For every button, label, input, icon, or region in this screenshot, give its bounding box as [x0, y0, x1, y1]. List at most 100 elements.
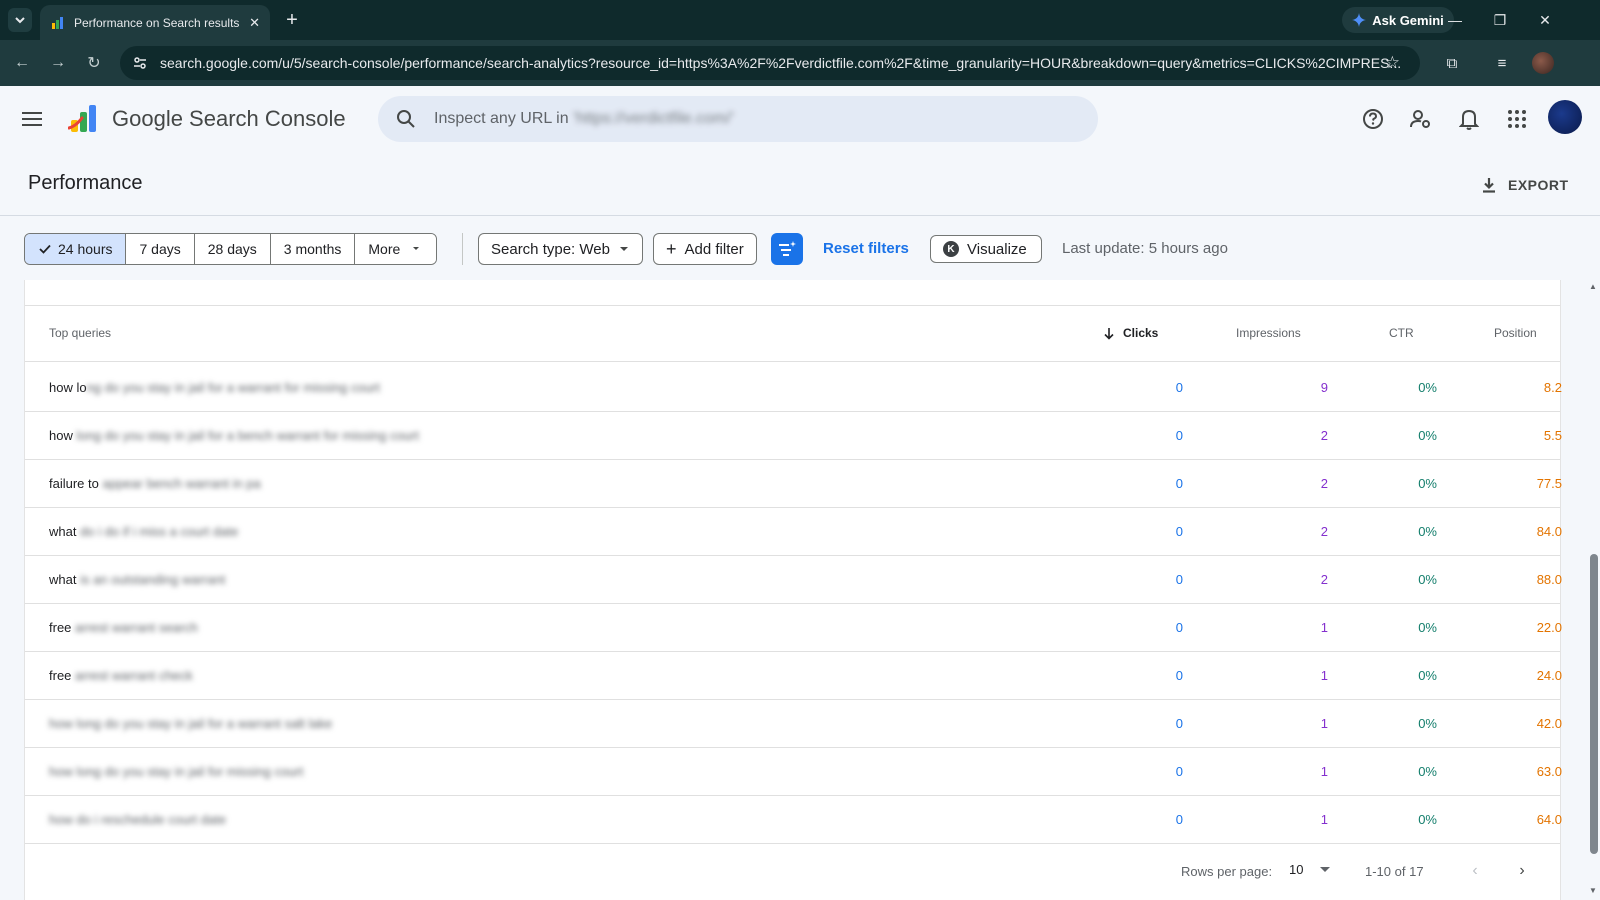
scrollbar-thumb[interactable] — [1590, 554, 1598, 854]
apps-button[interactable] — [1504, 106, 1530, 132]
table-row[interactable]: failure to appear bench warrant in pa 0 2 0… — [25, 459, 1562, 508]
dropdown-arrow-icon — [619, 247, 628, 251]
browser-profile-avatar[interactable] — [1532, 52, 1554, 74]
ctr-cell: 0% — [1418, 428, 1437, 443]
table-header: Top queries Clicks Impressions CTR Posit… — [25, 306, 1560, 362]
arrow-left-icon: ← — [14, 54, 30, 71]
plus-icon: + — [666, 238, 677, 259]
date-range-28-days[interactable]: 28 days — [194, 234, 271, 264]
tab-title: Performance on Search results — [74, 15, 240, 30]
query-cell[interactable]: what is an outstanding warrant — [49, 572, 225, 587]
next-page-button[interactable]: › — [1510, 859, 1534, 883]
clicks-cell: 0 — [1175, 668, 1183, 683]
account-avatar[interactable] — [1548, 100, 1582, 134]
forward-button[interactable]: → — [46, 51, 70, 75]
ctr-cell: 0% — [1418, 716, 1437, 731]
close-icon[interactable]: ✕ — [249, 15, 260, 31]
column-header-queries[interactable]: Top queries — [49, 326, 111, 340]
filter-settings-button[interactable] — [771, 233, 803, 265]
query-cell[interactable]: how long do you stay in jail for missing… — [49, 764, 303, 779]
date-range-7-days[interactable]: 7 days — [126, 234, 195, 264]
column-header-impressions[interactable]: Impressions — [1236, 326, 1301, 340]
query-blurred-text: arrest warrant search — [75, 620, 198, 635]
query-cell[interactable]: failure to appear bench warrant in pa — [49, 476, 261, 491]
query-cell[interactable]: how do i reschedule court date — [49, 812, 226, 827]
reload-button[interactable]: ↻ — [82, 51, 106, 75]
notifications-button[interactable] — [1456, 106, 1482, 132]
download-icon — [1483, 178, 1495, 193]
chevron-right-icon: › — [1519, 862, 1525, 879]
browser-tab-bar: Performance on Search results ✕ + Ask Ge… — [0, 0, 1600, 40]
column-header-clicks[interactable]: Clicks — [1103, 326, 1158, 340]
bookmark-star-icon[interactable]: ☆ — [1385, 53, 1400, 73]
date-range-label: More — [368, 241, 401, 257]
table-row[interactable]: what do i do if i miss a court date 0 2 0% 8… — [25, 507, 1562, 556]
date-range-more[interactable]: More — [355, 234, 437, 264]
table-row[interactable]: how long do you stay in jail for a bench… — [25, 411, 1562, 460]
scroll-up-arrow-icon[interactable]: ▲ — [1588, 282, 1598, 292]
chevron-down-icon — [15, 17, 25, 24]
ask-gemini-button[interactable]: Ask Gemini — [1342, 7, 1454, 33]
scroll-down-arrow-icon[interactable]: ▼ — [1588, 886, 1598, 896]
close-window-button[interactable]: ✕ — [1530, 6, 1560, 34]
rows-per-page-select[interactable]: 10 — [1289, 862, 1331, 877]
impressions-cell: 1 — [1320, 812, 1328, 827]
puzzle-icon: ⧉ — [1446, 54, 1458, 72]
query-cell[interactable]: how long do you stay in jail for a warra… — [49, 380, 380, 395]
position-cell: 63.0 — [1536, 764, 1562, 779]
clicks-cell: 0 — [1175, 476, 1183, 491]
previous-page-button[interactable]: ‹ — [1463, 859, 1487, 883]
query-cell[interactable]: how long do you stay in jail for a bench… — [49, 428, 419, 443]
date-range-label: 24 hours — [58, 241, 113, 257]
date-range-3-months[interactable]: 3 months — [270, 234, 356, 264]
help-button[interactable] — [1360, 106, 1386, 132]
settings-button[interactable] — [1408, 106, 1434, 132]
query-visible-text: how lo — [49, 380, 87, 395]
media-controls-button[interactable]: ≡ — [1490, 51, 1514, 75]
impressions-cell: 1 — [1320, 668, 1328, 683]
address-bar[interactable]: search.google.com/u/5/search-console/per… — [120, 46, 1420, 80]
column-header-position[interactable]: Position — [1494, 326, 1537, 340]
url-inspection-search[interactable]: Inspect any URL in 'https://verdictfile.… — [378, 96, 1098, 142]
table-row[interactable]: what is an outstanding warrant 0 2 0% 88.0 — [25, 555, 1562, 604]
table-row[interactable]: how long do you stay in jail for missing… — [25, 747, 1562, 796]
query-cell[interactable]: free arrest warrant search — [49, 620, 198, 635]
main-menu-button[interactable] — [22, 106, 48, 132]
url-text: search.google.com/u/5/search-console/per… — [160, 55, 1402, 71]
query-cell[interactable]: what do i do if i miss a court date — [49, 524, 238, 539]
search-type-dropdown[interactable]: Search type: Web — [478, 233, 643, 265]
new-tab-button[interactable]: + — [280, 8, 304, 32]
table-row[interactable]: free arrest warrant check 0 1 0% 24.0 — [25, 651, 1562, 700]
search-placeholder-prefix: Inspect any URL in — [434, 110, 569, 127]
page-scrollbar[interactable]: ▲ ▼ — [1586, 280, 1600, 900]
date-range-24-hours[interactable]: 24 hours — [25, 234, 127, 264]
sort-descending-icon — [1104, 327, 1114, 340]
browser-toolbar: ← → ↻ search.google.com/u/5/search-conso… — [0, 40, 1600, 86]
date-range-label: 28 days — [207, 241, 257, 257]
search-type-label: Search type: Web — [491, 240, 610, 258]
extensions-button[interactable]: ⧉ — [1440, 51, 1464, 75]
minimize-button[interactable]: — — [1440, 6, 1470, 34]
browser-tab[interactable]: Performance on Search results ✕ — [40, 5, 270, 40]
visualize-button[interactable]: K Visualize — [930, 235, 1042, 263]
impressions-cell: 2 — [1320, 476, 1328, 491]
table-row[interactable]: how do i reschedule court date 0 1 0% 64.0 — [25, 795, 1562, 844]
export-button[interactable]: EXPORT — [1480, 170, 1569, 200]
restore-button[interactable]: ❐ — [1485, 6, 1515, 34]
table-row[interactable]: how long do you stay in jail for a warra… — [25, 363, 1562, 412]
query-cell[interactable]: free arrest warrant check — [49, 668, 193, 683]
reset-filters-link[interactable]: Reset filters — [823, 240, 909, 257]
tab-search-button[interactable] — [8, 8, 32, 32]
restore-icon: ❐ — [1493, 11, 1507, 28]
position-cell: 84.0 — [1536, 524, 1562, 539]
clicks-cell: 0 — [1175, 428, 1183, 443]
help-icon — [1363, 109, 1383, 129]
column-header-ctr[interactable]: CTR — [1389, 326, 1414, 340]
table-row[interactable]: free arrest warrant search 0 1 0% 22.0 — [25, 603, 1562, 652]
query-cell[interactable]: how long do you stay in jail for a warra… — [49, 716, 332, 731]
impressions-cell: 2 — [1320, 524, 1328, 539]
back-button[interactable]: ← — [10, 51, 34, 75]
query-blurred-text: ng do you stay in jail for a warrant for… — [86, 380, 380, 395]
table-row[interactable]: how long do you stay in jail for a warra… — [25, 699, 1562, 748]
add-filter-button[interactable]: + Add filter — [653, 233, 757, 265]
